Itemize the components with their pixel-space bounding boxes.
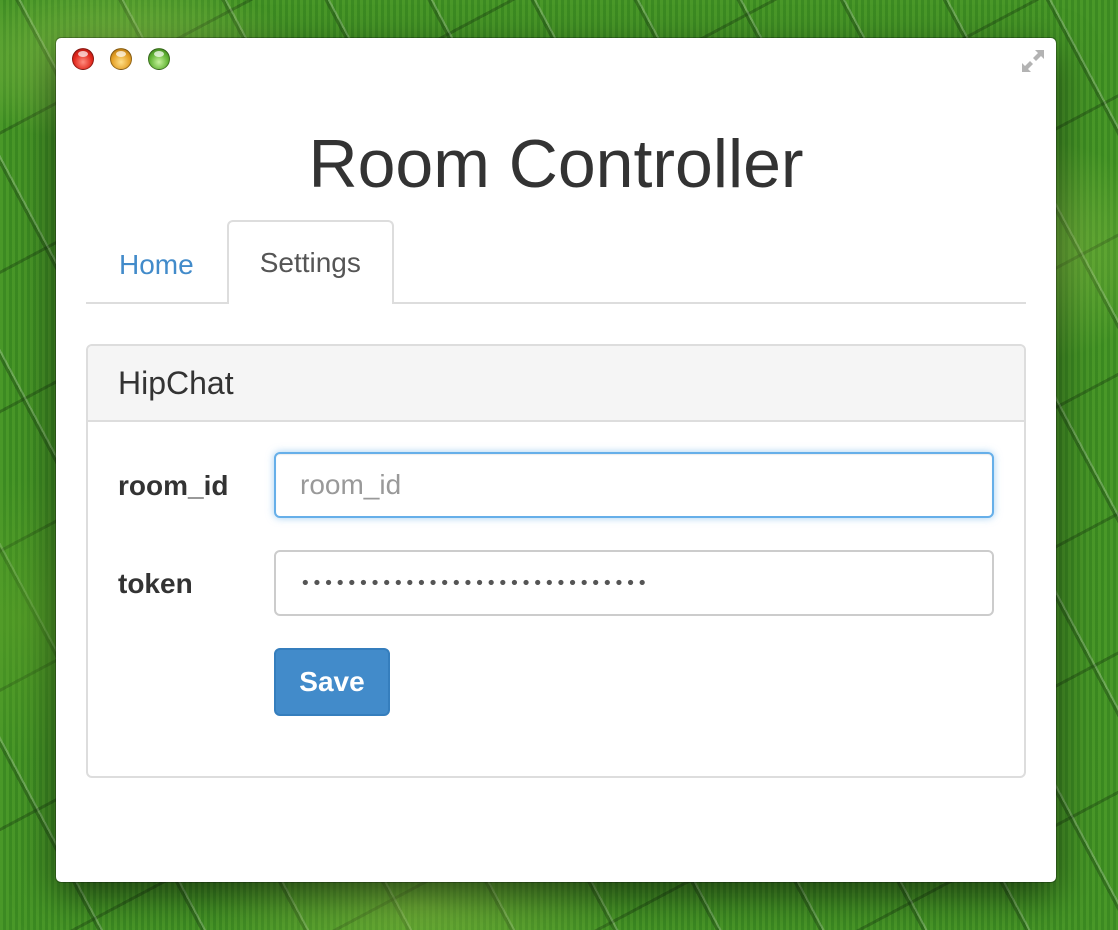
tab-home[interactable]: Home xyxy=(86,224,227,304)
tab-bar: Home Settings xyxy=(86,220,1026,304)
hipchat-panel: HipChat room_id token Save xyxy=(86,344,1026,778)
close-window-button[interactable] xyxy=(72,48,94,70)
page-title: Room Controller xyxy=(308,126,804,202)
tab-settings[interactable]: Settings xyxy=(226,220,394,304)
panel-heading: HipChat xyxy=(88,346,1024,422)
room-id-input[interactable] xyxy=(274,452,994,518)
token-input[interactable] xyxy=(274,550,994,616)
room-id-label: room_id xyxy=(118,470,229,501)
save-button[interactable]: Save xyxy=(274,648,390,716)
fullscreen-icon[interactable] xyxy=(1018,46,1048,76)
zoom-window-button[interactable] xyxy=(148,48,170,70)
token-label: token xyxy=(118,568,193,599)
window-controls xyxy=(72,48,170,70)
minimize-window-button[interactable] xyxy=(110,48,132,70)
app-window: Room Controller Home Settings HipChat ro… xyxy=(56,38,1056,882)
